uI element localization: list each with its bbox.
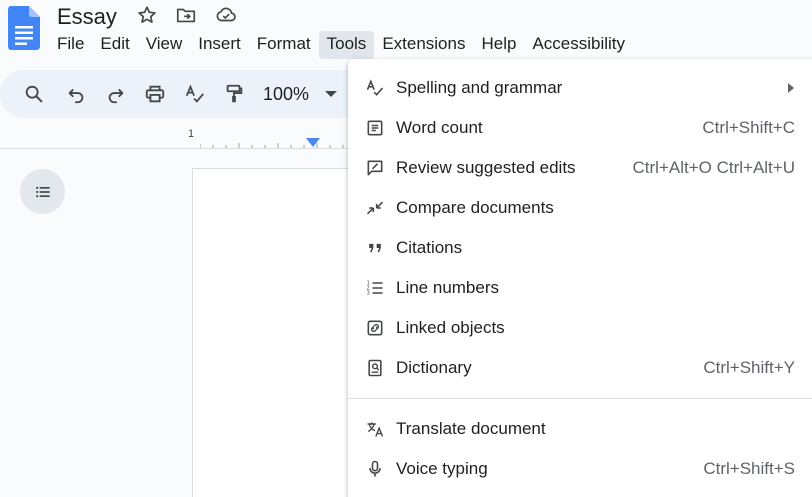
zoom-caret-icon[interactable] — [325, 91, 337, 97]
docs-logo-icon[interactable] — [8, 6, 40, 50]
document-outline-button[interactable] — [20, 169, 65, 214]
cloud-saved-icon[interactable] — [215, 4, 239, 28]
spellcheck-icon[interactable] — [183, 82, 207, 106]
menu-item-label: Review suggested edits — [396, 158, 576, 177]
menu-item-label: Linked objects — [396, 318, 505, 337]
menu-item-label: Line numbers — [396, 278, 500, 297]
menu-item-review-edits[interactable]: Review suggested edits Ctrl+Alt+O Ctrl+A… — [348, 148, 812, 188]
menu-item-shortcut: Ctrl+Shift+Y — [703, 358, 795, 377]
menu-item-label: Compare documents — [396, 198, 554, 217]
line-numbers-icon: 123 — [364, 277, 386, 299]
menu-item-word-count[interactable]: Word count Ctrl+Shift+C — [348, 108, 812, 148]
menu-format[interactable]: Format — [249, 31, 319, 59]
indent-marker[interactable] — [306, 138, 320, 147]
zoom-select[interactable]: 100% — [263, 84, 309, 105]
ruler-label: 1 — [188, 128, 195, 140]
menu-item-spelling-grammar[interactable]: Spelling and grammar — [348, 68, 812, 108]
menu-view[interactable]: View — [138, 31, 191, 59]
redo-icon[interactable] — [104, 82, 128, 106]
word-count-icon — [364, 117, 386, 139]
menu-tools[interactable]: Tools — [318, 31, 375, 59]
menu-extensions[interactable]: Extensions — [374, 31, 473, 59]
menu-item-label: Citations — [396, 238, 463, 257]
toolbar — [0, 70, 380, 118]
menu-bar: File Edit View Insert Format Tools Exten… — [49, 31, 633, 59]
quote-icon — [364, 237, 386, 259]
print-icon[interactable] — [143, 82, 167, 106]
menu-item-line-numbers[interactable]: 123 Line numbers — [348, 268, 812, 308]
menu-item-dictionary[interactable]: Dictionary Ctrl+Shift+Y — [348, 348, 812, 388]
document-title[interactable]: Essay — [57, 4, 117, 30]
svg-text:3: 3 — [367, 291, 370, 297]
ruler-ticks — [200, 143, 344, 148]
menu-item-label: Voice typing — [396, 459, 488, 478]
menu-item-label: Spelling and grammar — [396, 78, 563, 97]
submenu-arrow-icon — [788, 83, 794, 93]
menu-item-label: Word count — [396, 118, 483, 137]
menu-item-shortcut: Ctrl+Alt+O Ctrl+Alt+U — [632, 158, 796, 177]
menu-insert[interactable]: Insert — [190, 31, 249, 59]
star-icon[interactable] — [136, 4, 160, 28]
menu-item-shortcut: Ctrl+Shift+C — [702, 118, 795, 137]
menu-item-citations[interactable]: Citations — [348, 228, 812, 268]
menu-file[interactable]: File — [49, 31, 92, 59]
translate-icon — [364, 418, 386, 440]
move-folder-icon[interactable] — [175, 4, 199, 28]
menu-item-compare-documents[interactable]: Compare documents — [348, 188, 812, 228]
menu-help[interactable]: Help — [473, 31, 524, 59]
menu-item-voice-typing[interactable]: Voice typing Ctrl+Shift+S — [348, 449, 812, 489]
search-icon[interactable] — [22, 82, 46, 106]
linked-objects-icon — [364, 317, 386, 339]
spellcheck-icon — [364, 77, 386, 99]
menu-item-label: Dictionary — [396, 358, 472, 377]
menu-item-linked-objects[interactable]: Linked objects — [348, 308, 812, 348]
list-icon — [35, 186, 50, 197]
menu-edit[interactable]: Edit — [92, 31, 137, 59]
menu-item-translate-document[interactable]: Translate document — [348, 409, 812, 449]
menu-item-shortcut: Ctrl+Shift+S — [703, 459, 795, 478]
dictionary-icon — [364, 357, 386, 379]
paint-format-icon[interactable] — [222, 82, 246, 106]
menu-separator — [348, 398, 812, 399]
menu-item-label: Translate document — [396, 419, 546, 438]
review-edits-icon — [364, 157, 386, 179]
microphone-icon — [364, 458, 386, 480]
menu-accessibility[interactable]: Accessibility — [524, 31, 633, 59]
compare-icon — [364, 197, 386, 219]
tools-menu: Spelling and grammar Word count Ctrl+Shi… — [348, 59, 812, 497]
undo-icon[interactable] — [64, 82, 88, 106]
